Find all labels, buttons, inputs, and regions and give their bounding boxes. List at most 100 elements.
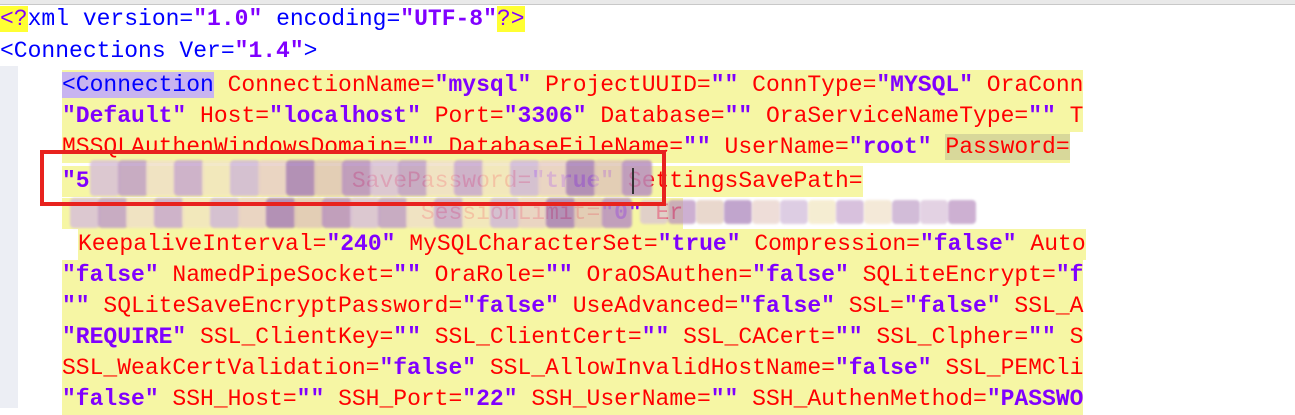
code-token: SSL_ClientKey= (186, 324, 394, 350)
password-highlight-box (40, 150, 666, 206)
code-token: SQLiteEncrypt= (848, 262, 1056, 288)
code-token: "240" (326, 231, 396, 257)
code-line: "Default" Host="localhost" Port="3306" D… (62, 101, 1084, 132)
code-token: Port= (420, 103, 504, 129)
code-token: SSL_ClientCert= (420, 324, 642, 350)
code-token: "REQUIRE" (62, 324, 187, 350)
code-token: SSL_PEMCli (931, 355, 1084, 381)
code-token: ConnType= (738, 72, 877, 98)
code-token: "" (1028, 324, 1056, 350)
code-line: "false" NamedPipeSocket="" OraRole="" Or… (62, 260, 1084, 291)
code-token: "true" (657, 231, 741, 257)
code-token: SSH_Host= (158, 386, 297, 412)
code-token: OraOSAuthen= (572, 262, 753, 288)
redaction-pixel (864, 200, 892, 224)
code-token: S (1055, 324, 1084, 350)
code-line: "REQUIRE" SSL_ClientKey="" SSL_ClientCer… (62, 322, 1084, 353)
code-token: "false" (903, 293, 1001, 319)
code-token: "22" (462, 386, 518, 412)
code-line: SSL_WeakCertValidation="false" SSL_Allow… (62, 353, 1084, 384)
code-token: "" (393, 262, 421, 288)
code-token: "1.4" (234, 38, 304, 64)
code-token: "" (393, 324, 421, 350)
redaction-pixel (668, 200, 696, 224)
code-token: "false" (752, 262, 849, 288)
code-token: "" (710, 72, 739, 98)
code-token: ?> (496, 6, 525, 32)
code-token: SSH_UserName= (517, 386, 711, 412)
code-line: KeepaliveInterval="240" MySQLCharacterSe… (78, 229, 1086, 260)
code-line: <Connection ConnectionName="mysql" Proje… (62, 70, 1084, 101)
code-token: "root" (848, 134, 932, 160)
code-token: Database= (586, 103, 725, 129)
code-token: "false" (462, 293, 559, 319)
code-token: "f (1055, 262, 1084, 288)
code-token: SSL_WeakCertValidation= (62, 355, 380, 381)
code-token: "false" (62, 262, 159, 288)
code-token: "false" (834, 355, 932, 381)
code-token: OraServiceNameType= (752, 103, 1029, 129)
editor-fold-gutter (0, 66, 18, 408)
code-token: SSH_AuthenMethod= (738, 386, 987, 412)
code-token: <? (0, 6, 28, 32)
redaction-pixel (780, 200, 808, 224)
code-token: "localhost" (269, 103, 421, 129)
code-token: OraConn (973, 72, 1084, 98)
redaction-pixel (836, 200, 864, 224)
code-token: MySQLCharacterSet= (395, 231, 658, 257)
code-token: ConnectionName= (213, 72, 435, 98)
code-token: "1.0" (193, 6, 263, 32)
code-token: "UTF-8" (400, 6, 497, 32)
redaction-pixel (920, 200, 948, 224)
redaction-pixel (724, 200, 752, 224)
code-token: Auto (1016, 231, 1086, 257)
code-token: > (303, 38, 318, 64)
code-token: "" (710, 386, 739, 412)
code-token: NamedPipeSocket= (158, 262, 394, 288)
code-token: "mysql" (434, 72, 532, 98)
text-cursor (632, 168, 634, 194)
redaction-pixel (892, 200, 920, 224)
code-token: OraRole= (420, 262, 546, 288)
code-token: "Default" (62, 103, 187, 129)
code-token: "false" (62, 386, 159, 412)
code-token: "" (724, 103, 753, 129)
code-line: <Connections Ver="1.4"> (0, 36, 317, 67)
code-token: Host= (186, 103, 270, 129)
code-token: xml version= (27, 6, 194, 32)
code-token: UserName= (710, 134, 849, 160)
code-token: "" (62, 293, 90, 319)
redaction-pixel (696, 200, 724, 224)
code-token: SQLiteSaveEncryptPassword= (89, 293, 463, 319)
code-token: "" (641, 324, 670, 350)
code-token: "PASSWO (986, 386, 1084, 412)
code-token: ProjectUUID= (531, 72, 711, 98)
redaction-pixel (752, 200, 780, 224)
code-token: UseAdvanced= (558, 293, 739, 319)
code-token: "3306" (503, 103, 587, 129)
code-token: KeepaliveInterval= (78, 231, 327, 257)
code-token: <Connections Ver= (0, 38, 235, 64)
code-token: "" (683, 134, 711, 160)
code-token: "" (296, 386, 325, 412)
code-token: SSL= (834, 293, 904, 319)
redaction-pixel (948, 200, 976, 224)
code-line: "" SQLiteSaveEncryptPassword="false" Use… (62, 291, 1084, 322)
code-token: "false" (379, 355, 477, 381)
code-token: SSL_AllowInvalidHostName= (476, 355, 835, 381)
code-line: "false" SSH_Host="" SSH_Port="22" SSH_Us… (62, 384, 1084, 415)
code-token: "false" (738, 293, 835, 319)
code-token: SSH_Port= (324, 386, 463, 412)
code-token: encoding= (262, 6, 401, 32)
code-token: SSL_CACert= (669, 324, 835, 350)
code-token: Password= (945, 134, 1070, 160)
code-token: <Connection (62, 72, 214, 98)
code-line: <?xml version="1.0" encoding="UTF-8"?> (0, 4, 525, 35)
code-token: "" (834, 324, 863, 350)
code-token: "false" (919, 231, 1017, 257)
redaction-pixel (808, 200, 836, 224)
code-token: "MYSQL" (876, 72, 973, 98)
code-token: T (1055, 103, 1084, 129)
code-token: SSL_Clpher= (862, 324, 1029, 350)
